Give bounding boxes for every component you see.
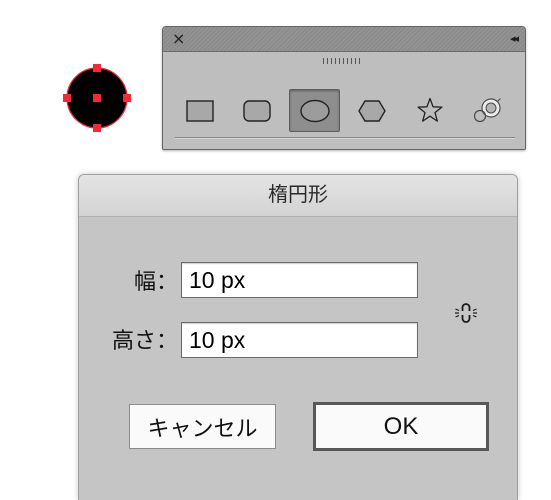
- hexagon-icon: [358, 99, 386, 122]
- panel-title-bar[interactable]: × ◂◂: [163, 27, 525, 52]
- selection-handle-left[interactable]: [63, 94, 71, 102]
- star-tool-button[interactable]: [404, 89, 455, 132]
- ok-button[interactable]: OK: [313, 402, 489, 451]
- link-ray: [472, 308, 477, 312]
- star-icon-shape: [416, 97, 443, 122]
- grip-icon[interactable]: [323, 58, 360, 64]
- polygon-tool-button[interactable]: [347, 89, 398, 132]
- panel-divider: [175, 137, 515, 139]
- hexagon-icon-shape: [358, 99, 386, 122]
- rectangle-icon: [185, 99, 214, 122]
- rounded-rectangle-icon-shape: [243, 99, 271, 122]
- tool-row: [174, 89, 513, 132]
- shape-tools-panel: × ◂◂: [162, 26, 526, 150]
- collapse-panel-icon[interactable]: ◂◂: [510, 31, 519, 47]
- ellipse-dialog: 楕円形 幅： 高さ： キャンセル OK: [78, 174, 518, 500]
- width-field[interactable]: [181, 262, 418, 298]
- ellipse-tool-button[interactable]: [289, 89, 340, 132]
- height-label: 高さ：: [111, 328, 178, 353]
- rectangle-icon-shape: [185, 99, 214, 122]
- flare-icon: [473, 97, 501, 122]
- selection-handle-top[interactable]: [93, 64, 101, 72]
- selection-handle-right[interactable]: [123, 94, 131, 102]
- center-point[interactable]: [93, 94, 101, 102]
- flare-icon-small-ring: [473, 109, 487, 122]
- close-icon[interactable]: ×: [172, 29, 185, 49]
- rounded-rectangle-icon: [243, 99, 271, 122]
- dialog-title: 楕円形: [79, 175, 517, 217]
- ellipse-icon: [299, 99, 330, 122]
- broken-link-icon[interactable]: [454, 299, 478, 327]
- link-ray: [455, 308, 460, 312]
- ellipse-icon-shape: [299, 99, 330, 122]
- selected-ellipse-object[interactable]: [60, 60, 136, 136]
- selection-handle-bottom[interactable]: [93, 124, 101, 132]
- height-field[interactable]: [181, 322, 418, 358]
- link-ray: [472, 314, 477, 318]
- cancel-button[interactable]: キャンセル: [129, 404, 276, 449]
- flare-tool-button[interactable]: [462, 89, 513, 132]
- link-top-half: [461, 303, 471, 311]
- link-ray: [455, 314, 460, 318]
- width-label: 幅：: [133, 269, 178, 294]
- flare-icon-center: [485, 102, 497, 113]
- star-icon: [416, 97, 443, 122]
- link-bottom-half: [461, 315, 471, 323]
- rectangle-tool-button[interactable]: [174, 89, 225, 132]
- rounded-rectangle-tool-button[interactable]: [232, 89, 283, 132]
- flare-icon-ray: [497, 97, 501, 102]
